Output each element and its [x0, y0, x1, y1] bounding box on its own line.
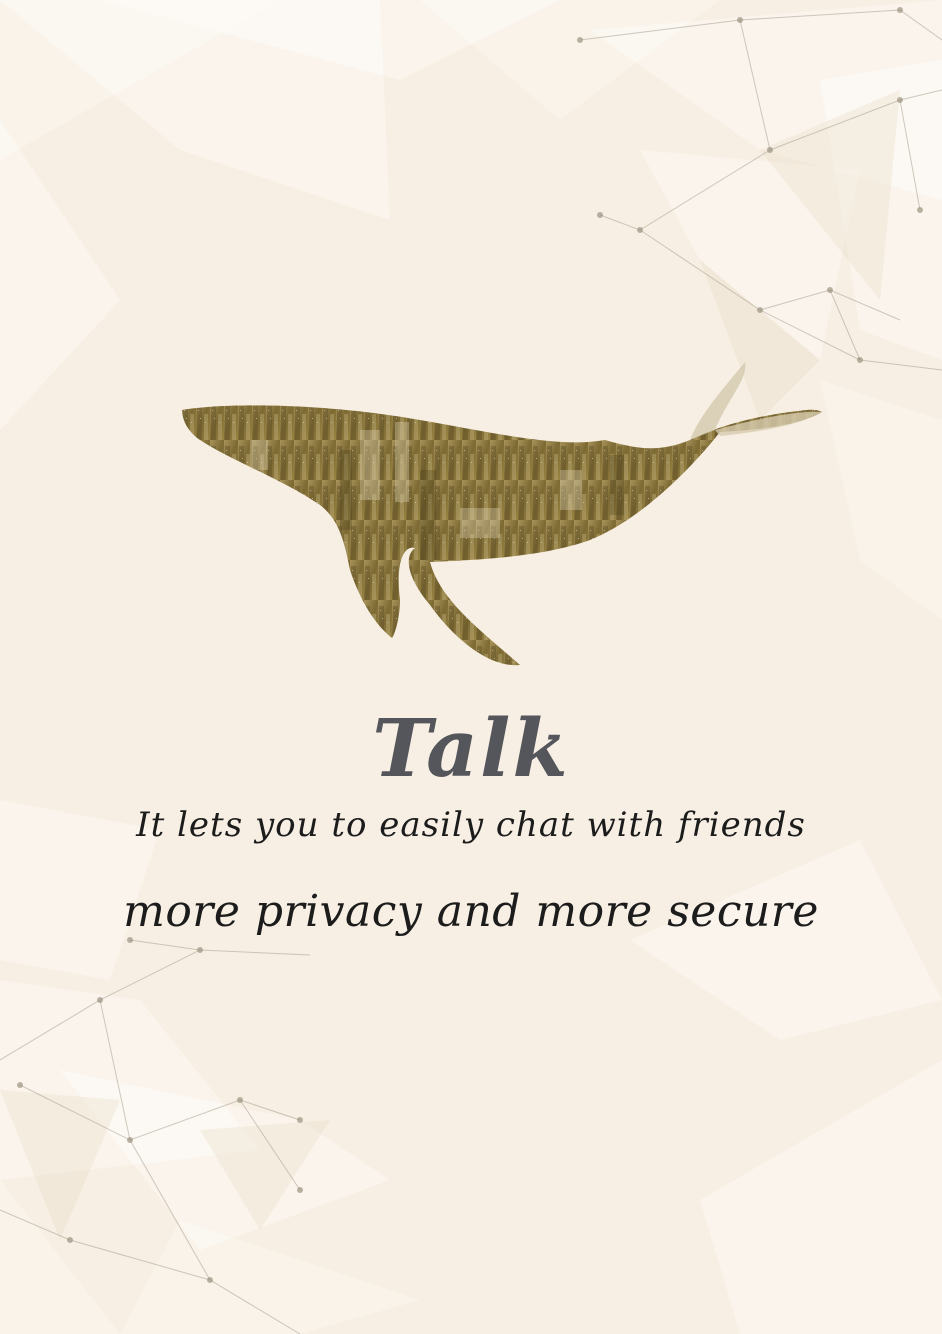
- tagline-line-1: It lets you to easily chat with friends: [136, 805, 806, 845]
- whale-city-silhouette-icon: [182, 362, 822, 666]
- app-title: Talk: [372, 701, 570, 795]
- tagline-line-2: more privacy and more secure: [123, 886, 819, 937]
